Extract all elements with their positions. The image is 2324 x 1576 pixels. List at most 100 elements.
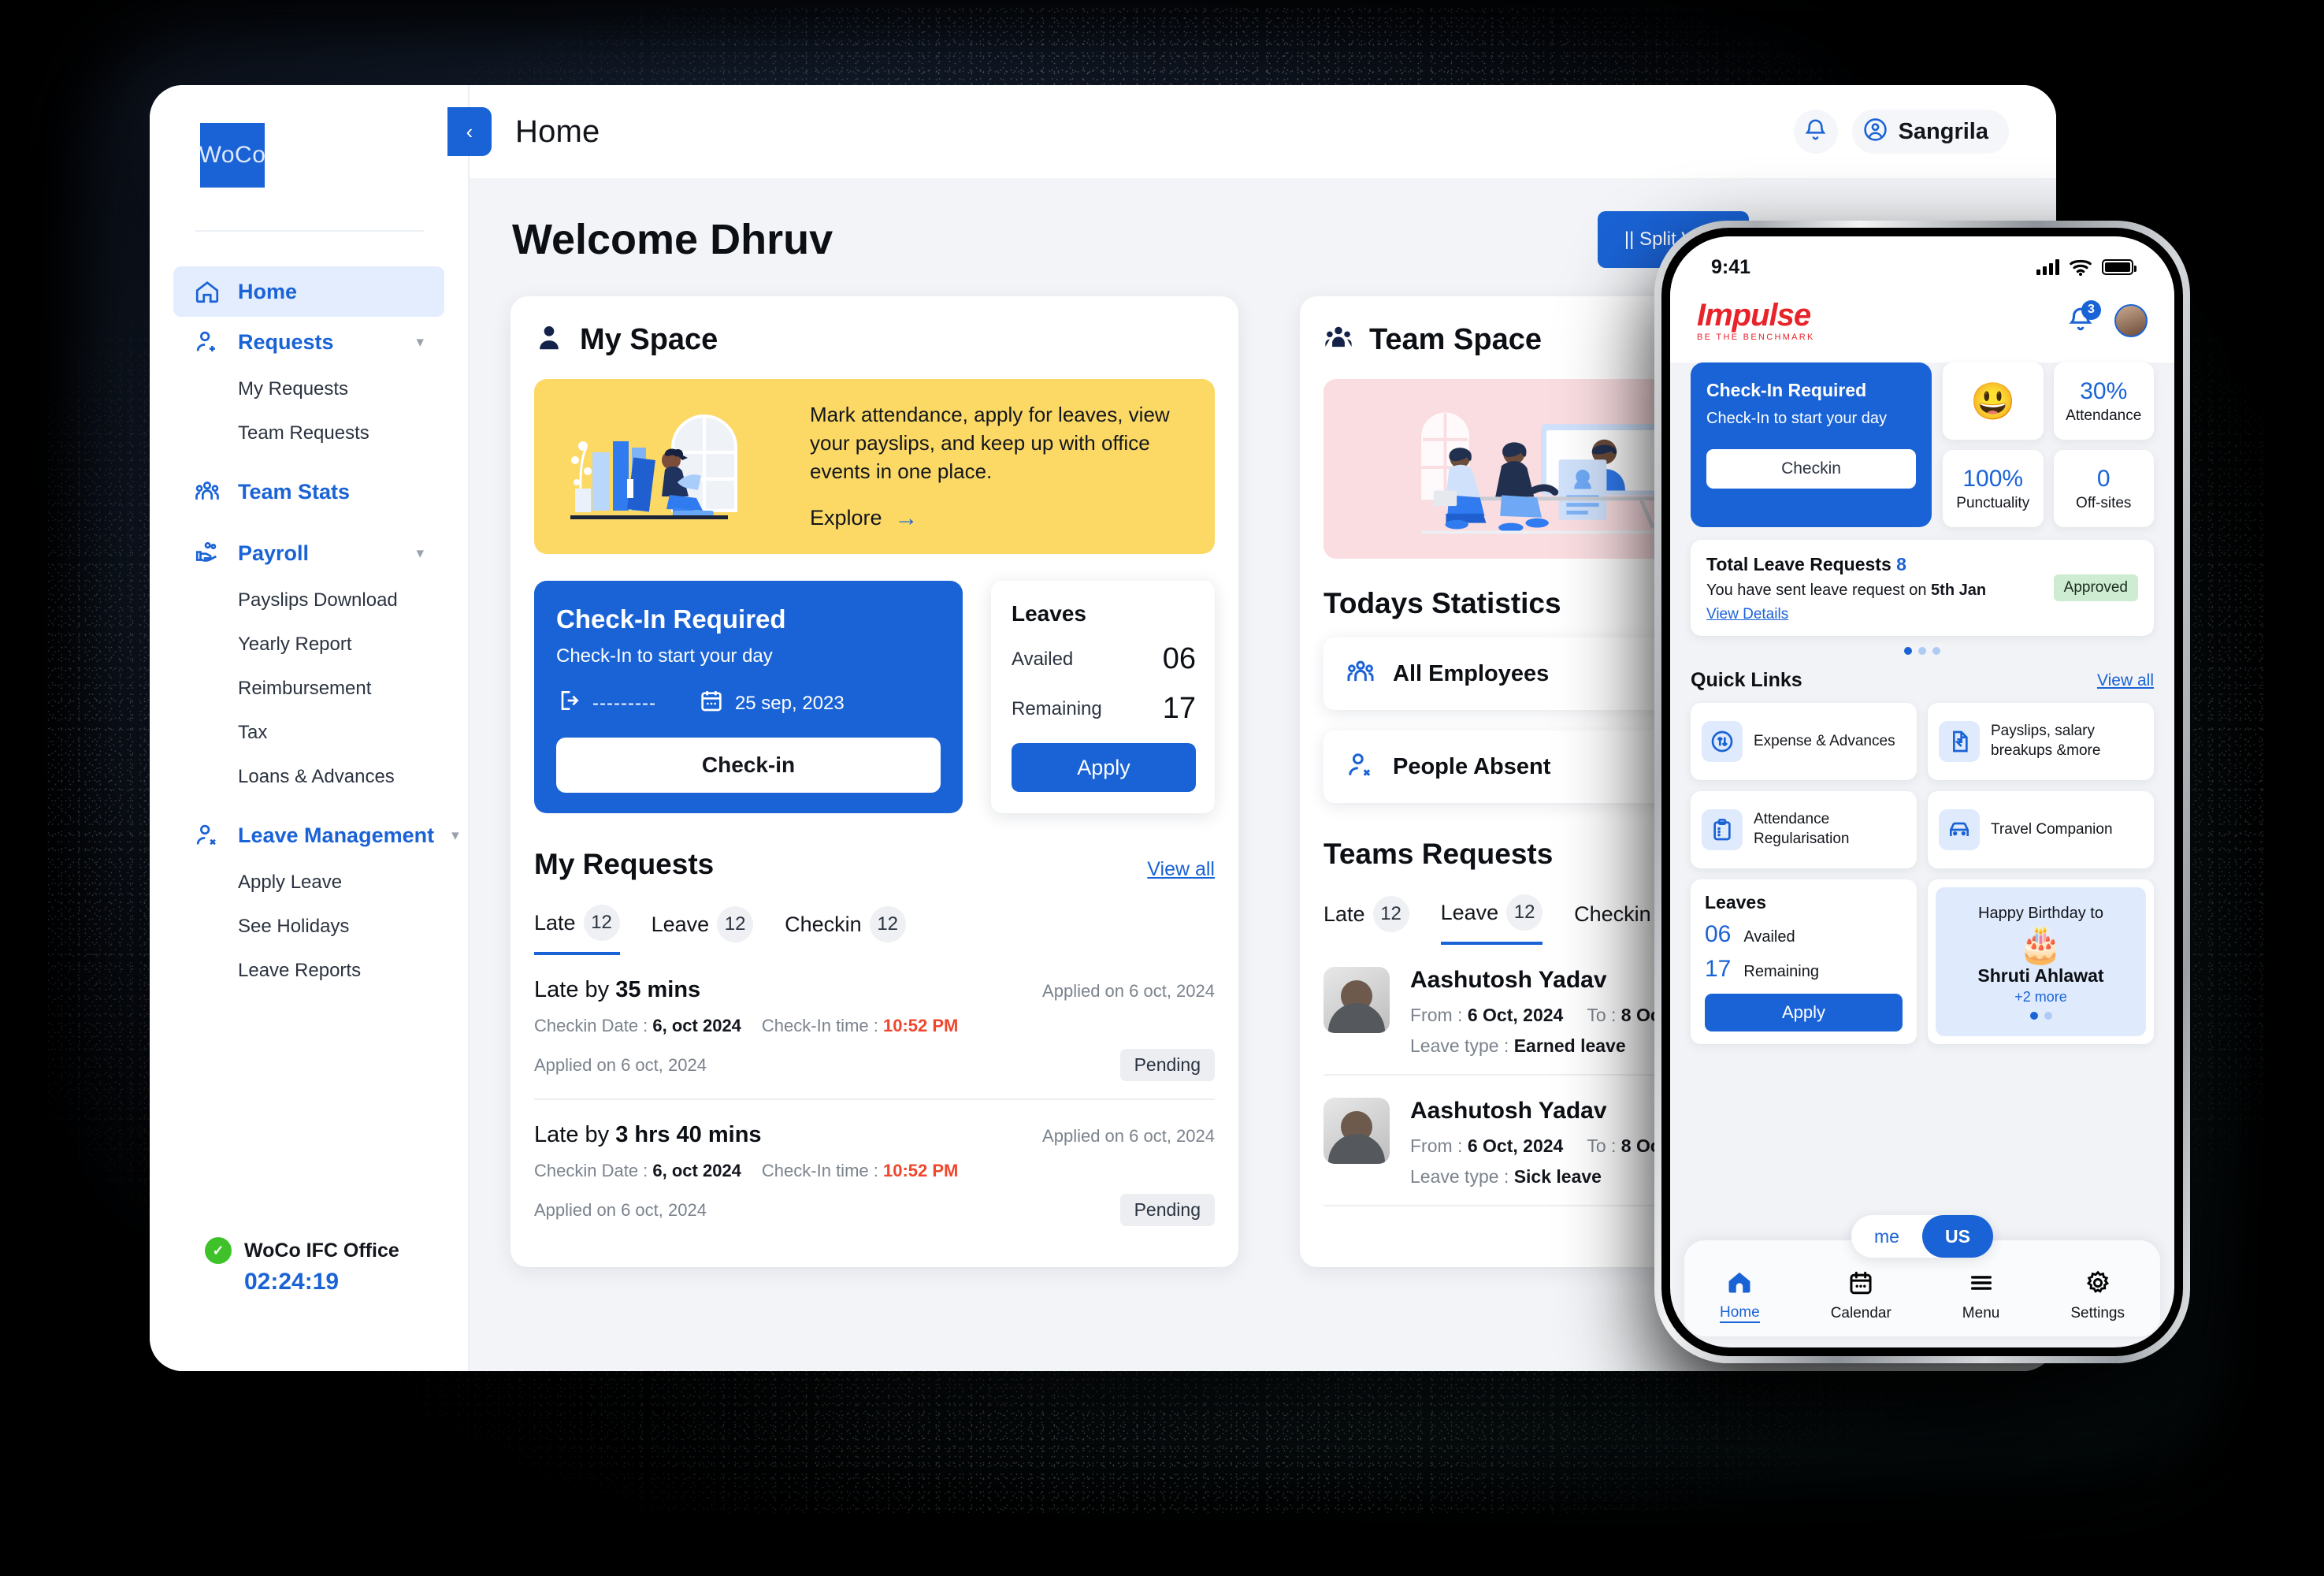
tab-checkin[interactable]: Checkin 12	[785, 905, 906, 955]
phone-leaves-availed-label: Availed	[1743, 928, 1795, 946]
tab-label: Checkin	[1574, 901, 1651, 926]
sidebar-subitem-yearly-report[interactable]: Yearly Report	[238, 623, 424, 667]
employee-name: Aashutosh Yadav	[1410, 1098, 1607, 1124]
sidebar-item-leave-management[interactable]: Leave Management ▾	[173, 810, 459, 860]
calendar-icon	[699, 688, 724, 719]
sidebar-divider	[195, 230, 424, 232]
toggle-us[interactable]: US	[1922, 1215, 1993, 1258]
quick-link-expense-advances[interactable]: Expense & Advances	[1691, 703, 1917, 780]
leave-type: Leave type : Sick leave	[1410, 1166, 1602, 1187]
bell-icon	[2067, 307, 2094, 336]
table-row[interactable]: Late by 3 hrs 40 mins Applied on 6 oct, …	[534, 1100, 1215, 1243]
signal-icon	[2036, 259, 2059, 275]
user-name: Sangrila	[1898, 118, 1988, 144]
quick-links-title: Quick Links	[1691, 669, 1802, 691]
explore-label: Explore	[810, 506, 882, 530]
quick-link-label: Attendance Regularisation	[1754, 811, 1850, 847]
team-space-title: Team Space	[1369, 323, 1542, 356]
explore-link[interactable]: Explore →	[810, 505, 1188, 532]
request-title: Late by 3 hrs 40 mins	[534, 1122, 762, 1147]
person-add-icon	[194, 329, 221, 355]
sidebar-item-requests[interactable]: Requests ▾	[173, 317, 444, 367]
phone-notification-button[interactable]: 3	[2067, 299, 2101, 336]
status-badge: Pending	[1119, 1049, 1215, 1081]
sidebar-subitem-payslips-download[interactable]: Payslips Download	[238, 578, 424, 623]
my-requests-view-all[interactable]: View all	[1147, 858, 1215, 881]
request-title: Late by 35 mins	[534, 977, 701, 1002]
status-time: 9:41	[1711, 255, 1751, 278]
reading-illustration	[555, 400, 791, 533]
teams-requests-title: Teams Requests	[1323, 838, 1554, 870]
sidebar-subitems-requests: My Requests Team Requests	[173, 367, 444, 455]
tile-value: 100%	[1962, 465, 2024, 492]
status-badge: Pending	[1119, 1194, 1215, 1226]
brand-tagline: BE THE BENCHMARK	[1697, 333, 1815, 342]
chevron-down-icon: ▾	[416, 333, 424, 351]
sidebar-subitem-apply-leave[interactable]: Apply Leave	[238, 860, 424, 905]
quick-link-attendance-regularisation[interactable]: Attendance Regularisation	[1691, 791, 1917, 868]
sidebar-subitem-tax[interactable]: Tax	[238, 711, 424, 755]
sidebar-subitem-reimbursement[interactable]: Reimbursement	[238, 667, 424, 711]
phone-leave-request-card: Total Leave Requests 8 You have sent lea…	[1691, 540, 2154, 636]
quick-links-view-all[interactable]: View all	[2097, 671, 2154, 690]
team-tab-late[interactable]: Late 12	[1323, 894, 1409, 945]
leaves-remaining-row: Remaining 17	[1012, 692, 1196, 726]
request-checkin-date: Checkin Date : 6, oct 2024	[534, 1161, 741, 1180]
leaves-title: Leaves	[1012, 601, 1086, 626]
sidebar: WoCo Home Requests ▾ My Requests Team Re…	[150, 85, 470, 1371]
team-tab-leave[interactable]: Leave 12	[1440, 894, 1543, 945]
brand-name: Impulse	[1697, 298, 1811, 333]
mood-tile[interactable]: 😃	[1943, 362, 2044, 440]
phone-checkin-subtitle: Check-In to start your day	[1706, 409, 1887, 427]
tab-late[interactable]: Late 12	[534, 905, 620, 955]
attendance-tile[interactable]: 30% Attendance	[2053, 362, 2154, 440]
birthday-more[interactable]: +2 more	[2014, 989, 2067, 1005]
checkin-button[interactable]: Check-in	[556, 738, 941, 793]
quick-link-payslips[interactable]: Payslips, salary breakups &more	[1928, 703, 2154, 780]
sidebar-subitem-team-requests[interactable]: Team Requests	[238, 411, 424, 455]
view-details-link[interactable]: View Details	[1706, 606, 1788, 623]
punctuality-tile[interactable]: 100% Punctuality	[1943, 450, 2044, 527]
apply-leave-button[interactable]: Apply	[1012, 743, 1196, 792]
quick-link-travel-companion[interactable]: Travel Companion	[1928, 791, 2154, 868]
sidebar-item-home[interactable]: Home	[173, 266, 444, 317]
nav-calendar[interactable]: Calendar	[1831, 1269, 1891, 1322]
sidebar-subitems-payroll: Payslips Download Yearly Report Reimburs…	[173, 578, 444, 799]
sidebar-subitem-my-requests[interactable]: My Requests	[238, 367, 424, 411]
sidebar-item-payroll[interactable]: Payroll ▾	[173, 528, 444, 578]
sidebar-subitems-leave: Apply Leave See Holidays Leave Reports	[173, 860, 444, 993]
toggle-me[interactable]: me	[1851, 1226, 1922, 1247]
offsites-tile[interactable]: 0 Off-sites	[2053, 450, 2154, 527]
sidebar-item-team-stats[interactable]: Team Stats	[173, 466, 444, 517]
request-checkin-time: Check-In time : 10:52 PM	[761, 1161, 959, 1180]
leave-request-title: Total Leave Requests 8	[1706, 554, 1906, 574]
phone-checkin-button[interactable]: Checkin	[1706, 448, 1916, 489]
tab-label: Late	[1323, 901, 1365, 926]
me-us-toggle[interactable]: me US	[1851, 1215, 1993, 1258]
tab-leave[interactable]: Leave 12	[652, 905, 754, 955]
user-circle-icon	[1863, 117, 1888, 146]
phone-nav-wrapper: me US Home Calendar Menu Settings	[1670, 1215, 2174, 1347]
stat-label: All Employees	[1393, 660, 1550, 686]
quick-links-grid: Expense & Advances Payslips, salary brea…	[1691, 703, 2154, 868]
sidebar-subitem-loans-advances[interactable]: Loans & Advances	[238, 755, 424, 799]
sidebar-subitem-leave-reports[interactable]: Leave Reports	[238, 949, 424, 993]
nav-menu[interactable]: Menu	[1962, 1269, 1999, 1322]
sidebar-collapse-button[interactable]: ‹	[447, 107, 492, 156]
phone-apply-button[interactable]: Apply	[1705, 994, 1903, 1031]
user-menu[interactable]: Sangrila	[1851, 110, 2009, 154]
tab-count: 12	[869, 906, 906, 942]
promo-text: Mark attendance, apply for leaves, view …	[810, 403, 1170, 483]
notification-button[interactable]	[1793, 110, 1838, 154]
leave-from: From : 6 Oct, 2024	[1410, 1005, 1564, 1025]
my-requests-tabs: Late 12 Leave 12 Checkin 12	[534, 905, 1215, 955]
tab-count: 12	[717, 906, 754, 942]
sidebar-subitem-see-holidays[interactable]: See Holidays	[238, 905, 424, 949]
checkin-leaves-row: Check-In Required Check-In to start your…	[534, 581, 1215, 813]
phone-avatar[interactable]	[2114, 304, 2148, 337]
table-row[interactable]: Late by 35 mins Applied on 6 oct, 2024 C…	[534, 955, 1215, 1100]
nav-home[interactable]: Home	[1720, 1269, 1760, 1323]
sidebar-item-label: Team Stats	[238, 479, 351, 504]
nav-settings[interactable]: Settings	[2070, 1269, 2125, 1322]
welcome-heading: Welcome Dhruv	[512, 216, 833, 263]
